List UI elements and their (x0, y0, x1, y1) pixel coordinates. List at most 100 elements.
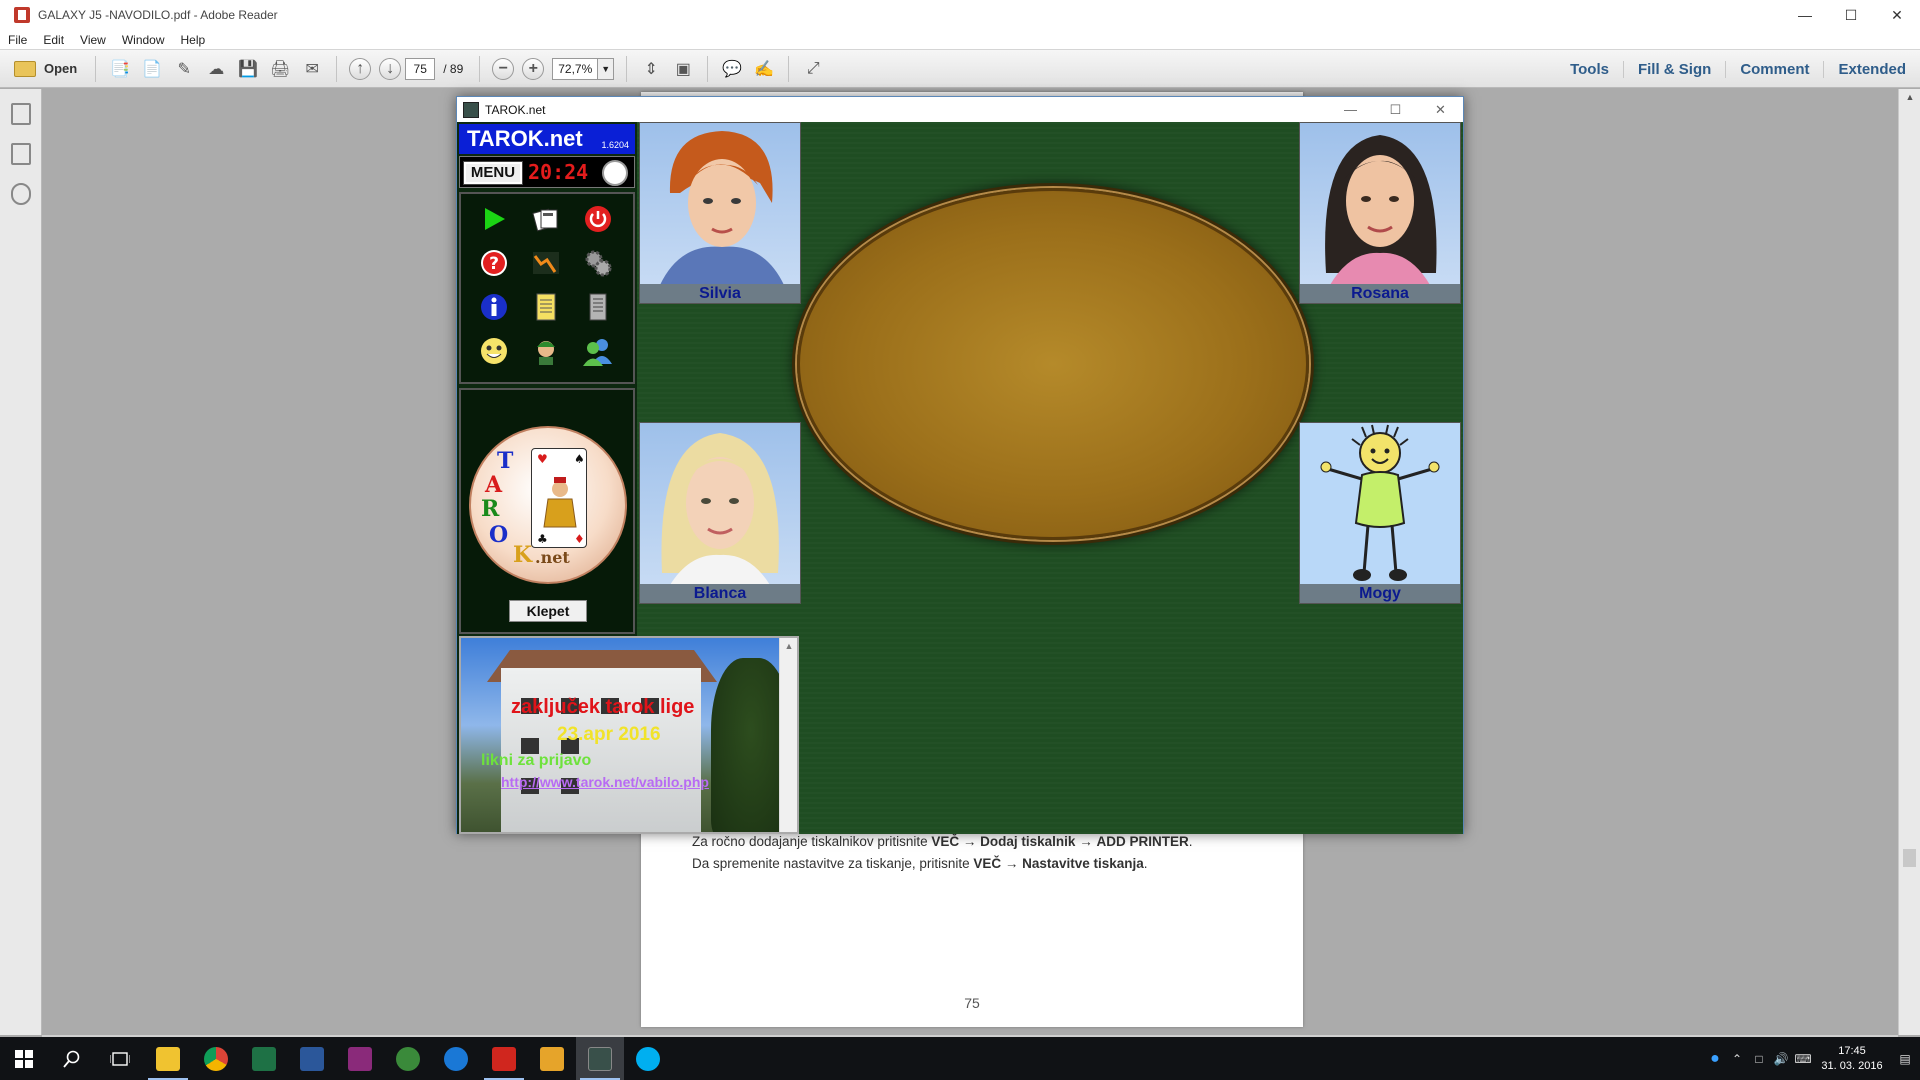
ad-link[interactable]: http://www.tarok.net/vabilo.php (501, 774, 709, 790)
toolbar-right-links: Tools Fill & Sign Comment Extended (1556, 50, 1920, 88)
menu-edit[interactable]: Edit (35, 33, 72, 47)
fill-sign-link[interactable]: Fill & Sign (1622, 60, 1725, 78)
notes-list-icon[interactable] (581, 290, 615, 324)
page-thumbnails-icon[interactable] (10, 103, 31, 125)
play-icon[interactable] (477, 202, 511, 236)
power-icon[interactable] (581, 202, 615, 236)
attachments-icon[interactable] (10, 183, 31, 205)
reader-window-controls: — ☐ ✕ (1782, 0, 1920, 30)
settings-gears-icon[interactable] (581, 246, 615, 280)
page-number-input[interactable]: 75 (405, 57, 436, 80)
email-icon[interactable]: ✉ (299, 56, 325, 82)
close-icon[interactable]: ✕ (1418, 97, 1463, 122)
zoom-value[interactable]: 72,7% (552, 57, 599, 80)
player-seat-bottom-left[interactable]: Blanca (639, 422, 801, 604)
chat-button[interactable]: Klepet (509, 600, 587, 622)
create-pdf-icon[interactable]: 📑 (107, 56, 133, 82)
expand-icon[interactable]: ⤢ (800, 56, 826, 82)
comment-link[interactable]: Comment (1725, 60, 1823, 78)
calculator-icon[interactable] (336, 1037, 384, 1080)
comment-bubble-icon[interactable]: 💬 (719, 56, 745, 82)
menu-view[interactable]: View (72, 33, 114, 47)
hotel-building (501, 668, 701, 832)
tools-link[interactable]: Tools (1556, 61, 1623, 78)
task-view-icon[interactable] (96, 1037, 144, 1080)
info-icon[interactable] (477, 290, 511, 324)
open-button[interactable]: Open (14, 60, 77, 77)
cloud-upload-icon[interactable]: ☁ (203, 56, 229, 82)
advertisement-banner[interactable]: zaključek tarok lige 23.apr 2016 likni z… (459, 636, 799, 834)
minimize-icon[interactable]: — (1328, 97, 1373, 122)
start-button[interactable] (0, 1037, 48, 1080)
pdf-arrow: → (959, 834, 981, 849)
file-explorer-icon[interactable] (144, 1037, 192, 1080)
cards-deal-icon[interactable] (529, 202, 563, 236)
fit-width-icon[interactable]: ▣ (670, 56, 696, 82)
zoom-select[interactable]: 72,7% ▼ (552, 57, 615, 80)
help-icon[interactable]: ? (477, 246, 511, 280)
save-icon[interactable]: 💾 (235, 56, 261, 82)
zoom-out-icon[interactable]: − (492, 57, 515, 80)
player-seat-top-right[interactable]: Rosana (1299, 122, 1461, 304)
fit-page-icon[interactable]: ⇕ (638, 56, 664, 82)
tarok-taskbar-icon[interactable] (576, 1037, 624, 1080)
notification-badge-icon[interactable]: ● (1704, 1050, 1726, 1068)
maximize-icon[interactable]: ☐ (1828, 0, 1874, 30)
taskbar-clock[interactable]: 17:45 31. 03. 2016 (1814, 1044, 1890, 1074)
volume-icon[interactable]: 🔊 (1770, 1052, 1792, 1066)
menu-file[interactable]: File (0, 33, 35, 47)
zoom-in-icon[interactable]: + (522, 57, 545, 80)
game-table-area: TAROK.net 1.6204 MENU 20:24 ? T A R O K … (457, 122, 1463, 834)
wooden-card-table[interactable] (797, 188, 1309, 540)
word-icon[interactable] (288, 1037, 336, 1080)
edge-browser-icon[interactable] (432, 1037, 480, 1080)
player-name: Silvia (640, 284, 800, 303)
scroll-up-icon[interactable]: ▲ (780, 638, 798, 654)
chevron-up-icon[interactable]: ⌃ (1726, 1052, 1748, 1066)
player-seat-bottom-right[interactable]: Mogy (1299, 422, 1461, 604)
chevron-down-icon[interactable]: ▼ (598, 57, 615, 80)
print-icon[interactable]: 🖨 (267, 56, 293, 82)
player-avatar-icon[interactable] (529, 334, 563, 368)
reader-titlebar: GALAXY J5 -NAVODILO.pdf - Adobe Reader —… (0, 0, 1920, 30)
skype-icon[interactable] (624, 1037, 672, 1080)
extended-link[interactable]: Extended (1823, 60, 1920, 78)
sign-icon[interactable]: ✍ (751, 56, 777, 82)
statistics-chart-icon[interactable] (529, 246, 563, 280)
minimize-icon[interactable]: — (1782, 0, 1828, 30)
ad-date[interactable]: 23.apr 2016 (557, 724, 661, 746)
users-group-icon[interactable] (581, 334, 615, 368)
media-player-icon[interactable] (384, 1037, 432, 1080)
hotel-photo[interactable]: zaključek tarok lige 23.apr 2016 likni z… (461, 638, 781, 832)
player-seat-top-left[interactable]: Silvia (639, 122, 801, 304)
maximize-icon[interactable]: ☐ (1373, 97, 1418, 122)
menu-button[interactable]: MENU (463, 161, 523, 185)
bookmarks-icon[interactable] (10, 143, 31, 165)
player-avatar (640, 123, 800, 285)
emoji-smiley-icon[interactable] (477, 334, 511, 368)
ad-call-to-action[interactable]: likni za prijavo (481, 752, 591, 770)
edit-pdf-icon[interactable]: ✎ (171, 56, 197, 82)
chrome-icon[interactable] (192, 1037, 240, 1080)
search-icon[interactable] (48, 1037, 96, 1080)
acrobat-reader-icon[interactable] (480, 1037, 528, 1080)
scroll-thumb[interactable] (1903, 849, 1916, 867)
action-center-icon[interactable]: ▤ (1890, 1052, 1920, 1066)
scroll-up-icon[interactable]: ▲ (1899, 89, 1920, 105)
pdf-page-number: 75 (964, 995, 980, 1011)
menu-help[interactable]: Help (173, 33, 214, 47)
pdf-text-bold: VEČ (973, 856, 1002, 871)
export-pdf-icon[interactable]: 📄 (139, 56, 165, 82)
score-sheet-icon[interactable] (529, 290, 563, 324)
ad-headline[interactable]: zaključek tarok lige (511, 696, 694, 719)
next-page-icon[interactable]: ↓ (379, 57, 402, 80)
document-scrollbar[interactable]: ▲ (1898, 89, 1920, 1035)
language-icon[interactable]: ⌨ (1792, 1052, 1814, 1066)
network-icon[interactable]: □ (1748, 1052, 1770, 1066)
outlook-icon[interactable] (528, 1037, 576, 1080)
ad-scrollbar[interactable]: ▲ (779, 638, 797, 832)
close-icon[interactable]: ✕ (1874, 0, 1920, 30)
excel-icon[interactable] (240, 1037, 288, 1080)
menu-window[interactable]: Window (114, 33, 173, 47)
previous-page-icon[interactable]: ↑ (349, 57, 372, 80)
